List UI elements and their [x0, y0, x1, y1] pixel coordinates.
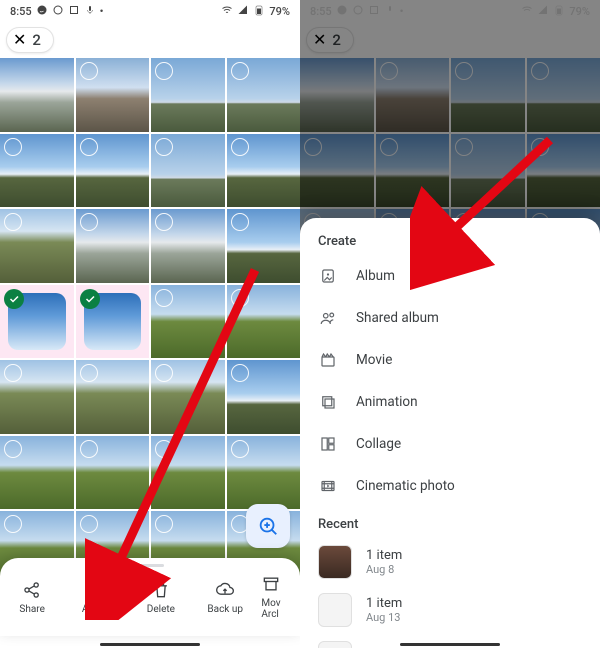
photo-cell[interactable] [151, 360, 225, 434]
nav-bar[interactable] [100, 643, 200, 646]
status-bar: 8:55 • 79% [0, 0, 300, 22]
photo-cell[interactable] [0, 134, 74, 208]
shared-album-icon [318, 309, 338, 327]
square-icon [68, 4, 80, 19]
share-icon [22, 580, 42, 600]
phone-right: 8:55 • 79% ✕ 2 [300, 0, 600, 648]
create-collage-label: Collage [356, 436, 401, 452]
delete-label: Delete [147, 604, 175, 615]
dot-icon: • [100, 5, 104, 18]
photo-cell-selected[interactable] [76, 285, 150, 359]
recent-item[interactable]: 1 item Aug 13 [300, 586, 600, 634]
photo-cell[interactable] [227, 360, 301, 434]
recent-header: Recent [300, 507, 600, 538]
create-album[interactable]: Album [300, 255, 600, 297]
delete-button[interactable]: Delete [129, 558, 193, 636]
photo-cell[interactable] [0, 436, 74, 510]
drag-handle-icon[interactable] [136, 564, 164, 567]
create-album-label: Album [356, 268, 395, 284]
photo-cell[interactable] [151, 58, 225, 132]
share-label: Share [19, 604, 44, 615]
cloud-up-icon [215, 580, 235, 600]
recent-item[interactable]: 1 item Aug 8 [300, 538, 600, 586]
phone-left: 8:55 • 79% ✕ 2 [0, 0, 300, 648]
whatsapp-icon [36, 4, 48, 19]
check-icon [80, 289, 100, 309]
circle-icon [52, 4, 64, 19]
photo-cell[interactable] [76, 58, 150, 132]
add-to-label: Add to [82, 604, 111, 615]
recent-thumb [318, 545, 352, 579]
create-movie-label: Movie [356, 352, 392, 368]
photo-cell[interactable] [76, 134, 150, 208]
animation-icon [318, 393, 338, 411]
recent-date: Aug 13 [366, 611, 402, 624]
create-header: Create [300, 234, 600, 255]
photo-cell[interactable] [227, 134, 301, 208]
recent-title: 1 item [366, 596, 402, 611]
recent-title: 1 item [366, 548, 402, 563]
photo-cell[interactable] [151, 285, 225, 359]
share-button[interactable]: Share [0, 558, 64, 636]
mic-icon [84, 4, 96, 19]
create-animation-label: Animation [356, 394, 418, 410]
add-to-button[interactable]: Add to [64, 558, 128, 636]
archive-icon [261, 574, 281, 594]
photo-cell-selected[interactable] [0, 285, 74, 359]
backup-button[interactable]: Back up [193, 558, 257, 636]
photo-cell[interactable] [0, 209, 74, 283]
create-shared-album-label: Shared album [356, 310, 439, 326]
photo-cell[interactable] [227, 436, 301, 510]
collage-icon [318, 435, 338, 453]
photo-cell[interactable] [227, 58, 301, 132]
create-sheet: Create Album Shared album Movie Animatio… [300, 218, 600, 648]
selection-chip[interactable]: ✕ 2 [6, 27, 54, 53]
move-archive-label: MovArcl [261, 598, 280, 620]
album-icon [318, 267, 338, 285]
photo-cell[interactable] [151, 436, 225, 510]
battery-pct: 79% [269, 5, 290, 18]
status-time: 8:55 [10, 5, 32, 18]
wifi-icon [221, 4, 233, 19]
recent-thumb [318, 593, 352, 627]
nav-bar[interactable] [400, 643, 500, 646]
trash-icon [151, 580, 171, 600]
recent-thumb [318, 641, 352, 648]
plus-icon [87, 580, 107, 600]
lens-button[interactable] [246, 504, 290, 548]
backup-label: Back up [207, 604, 243, 615]
photo-cell[interactable] [151, 134, 225, 208]
recent-date: Aug 8 [366, 563, 402, 576]
battery-icon [253, 4, 265, 19]
movie-icon [318, 351, 338, 369]
check-icon [4, 289, 24, 309]
photo-cell[interactable] [227, 209, 301, 283]
photo-cell[interactable] [0, 58, 74, 132]
photo-cell[interactable] [76, 209, 150, 283]
photo-cell[interactable] [151, 209, 225, 283]
create-cinematic[interactable]: Cinematic photo [300, 465, 600, 507]
move-archive-button[interactable]: MovArcl [257, 558, 300, 636]
lens-icon [257, 515, 279, 537]
action-bar: Share Add to Delete Back up MovArcl [0, 558, 300, 636]
create-cinematic-label: Cinematic photo [356, 478, 455, 494]
selection-count: 2 [32, 31, 41, 49]
create-collage[interactable]: Collage [300, 423, 600, 465]
close-icon[interactable]: ✕ [13, 32, 26, 48]
photo-cell[interactable] [76, 360, 150, 434]
photo-cell[interactable] [227, 285, 301, 359]
cinematic-icon [318, 477, 338, 495]
create-animation[interactable]: Animation [300, 381, 600, 423]
selection-header: ✕ 2 [0, 22, 300, 58]
create-movie[interactable]: Movie [300, 339, 600, 381]
create-shared-album[interactable]: Shared album [300, 297, 600, 339]
photo-cell[interactable] [76, 436, 150, 510]
photo-cell[interactable] [0, 360, 74, 434]
signal-icon [237, 4, 249, 19]
